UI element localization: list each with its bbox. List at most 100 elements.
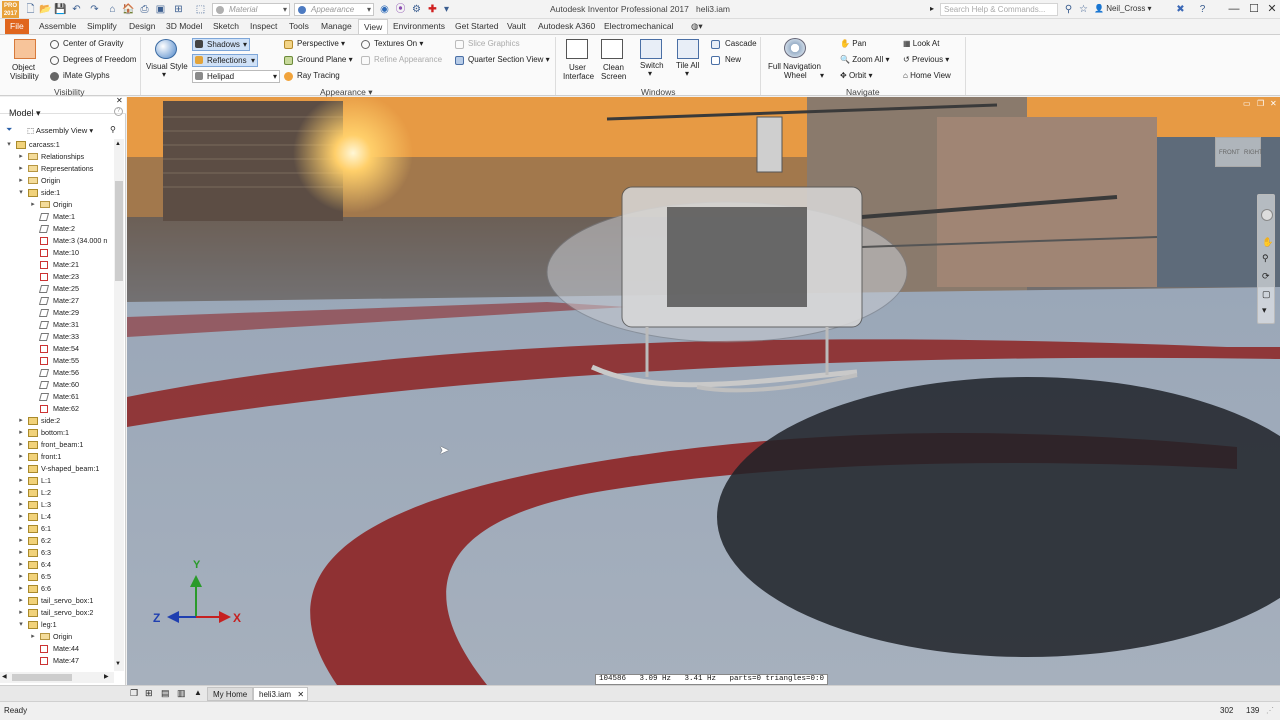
tile-vertical-icon[interactable]: ▥ bbox=[177, 688, 186, 699]
tile-windows-icon[interactable]: ⊞ bbox=[145, 688, 153, 699]
tree-item[interactable]: Mate:31 bbox=[0, 319, 114, 331]
tree-item[interactable]: Mate:44 bbox=[0, 643, 114, 655]
tree-item[interactable]: Mate:29 bbox=[0, 307, 114, 319]
ground-plane-button[interactable]: Ground Plane ▾ bbox=[297, 55, 353, 65]
horizontal-scrollbar[interactable]: ◀ ▶ bbox=[0, 672, 114, 683]
tree-item[interactable]: Mate:56 bbox=[0, 367, 114, 379]
tree-item[interactable]: ▸ Representations bbox=[0, 163, 114, 175]
tab-overflow-icon[interactable]: ◍▾ bbox=[686, 19, 708, 34]
tree-item[interactable]: ▸ bottom:1 bbox=[0, 427, 114, 439]
expand-arrow-icon[interactable]: ▸ bbox=[17, 583, 25, 595]
zoom-all-button[interactable]: 🔍 Zoom All ▾ bbox=[840, 55, 890, 65]
pan-button[interactable]: ✋ Pan bbox=[840, 39, 866, 49]
tab-sketch[interactable]: Sketch bbox=[208, 19, 244, 34]
find-icon[interactable]: ⚲ bbox=[110, 125, 116, 134]
tree-item[interactable]: ▾ side:1 bbox=[0, 187, 114, 199]
tree-item[interactable]: ▸ 6:5 bbox=[0, 571, 114, 583]
tree-item[interactable]: ▸ 6:4 bbox=[0, 559, 114, 571]
degrees-of-freedom-button[interactable]: Degrees of Freedom bbox=[63, 55, 136, 65]
look-at-icon[interactable]: ▢ bbox=[1262, 289, 1271, 300]
search-input[interactable]: Search Help & Commands... bbox=[940, 3, 1058, 16]
scroll-thumb[interactable] bbox=[115, 181, 123, 281]
expand-arrow-icon[interactable]: ▸ bbox=[17, 535, 25, 547]
ray-tracing-button[interactable]: Ray Tracing bbox=[297, 71, 340, 81]
scroll-down-icon[interactable]: ▼ bbox=[115, 661, 121, 667]
nav-wheel-icon[interactable] bbox=[1261, 209, 1273, 221]
tree-item[interactable]: ▸ tail_servo_box:2 bbox=[0, 607, 114, 619]
tree-item[interactable]: Mate:1 bbox=[0, 211, 114, 223]
tab-get-started[interactable]: Get Started bbox=[450, 19, 503, 34]
viewport-close-icon[interactable]: ✕ bbox=[1270, 99, 1277, 108]
expand-arrow-icon[interactable]: ▸ bbox=[17, 487, 25, 499]
collapse-arrow-icon[interactable]: ▾ bbox=[5, 139, 13, 151]
tab-list-icon[interactable]: ▲ bbox=[194, 688, 202, 697]
center-of-gravity-button[interactable]: Center of Gravity bbox=[63, 39, 123, 49]
collapse-arrow-icon[interactable]: ▾ bbox=[17, 187, 25, 199]
favorites-icon[interactable]: ☆ bbox=[1077, 3, 1090, 16]
expand-arrow-icon[interactable]: ▸ bbox=[17, 595, 25, 607]
nav-bar-menu-icon[interactable]: ▾ bbox=[1262, 305, 1267, 316]
tree-item[interactable]: Mate:23 bbox=[0, 271, 114, 283]
orbit-button[interactable]: ✥ Orbit ▾ bbox=[840, 71, 873, 81]
tree-item[interactable]: Mate:60 bbox=[0, 379, 114, 391]
expand-arrow-icon[interactable]: ▸ bbox=[17, 451, 25, 463]
expand-arrow-icon[interactable]: ▸ bbox=[17, 607, 25, 619]
graphics-viewport[interactable]: ▭ ❐ ✕ FRONT RIGHT ✋ ⚲ ⟳ ▢ ▾ Y X Z ➤ 1045… bbox=[127, 97, 1280, 685]
view-cube[interactable]: FRONT RIGHT bbox=[1215, 137, 1263, 167]
tab-manage[interactable]: Manage bbox=[316, 19, 357, 34]
tree-item[interactable]: Mate:62 bbox=[0, 403, 114, 415]
viewcube-front-face[interactable]: FRONT bbox=[1219, 150, 1240, 156]
close-icon[interactable]: ✕ bbox=[116, 96, 123, 105]
tree-item[interactable]: Mate:61 bbox=[0, 391, 114, 403]
environment-select[interactable]: Helipad ▾ bbox=[192, 70, 280, 83]
tree-item[interactable]: Mate:3 (34.000 n bbox=[0, 235, 114, 247]
tree-item[interactable]: ▸ V-shaped_beam:1 bbox=[0, 463, 114, 475]
h-scroll-thumb[interactable] bbox=[12, 674, 72, 681]
tree-item[interactable]: ▸ tail_servo_box:1 bbox=[0, 595, 114, 607]
tree-item[interactable]: Mate:21 bbox=[0, 259, 114, 271]
home-view-button[interactable]: ⌂ Home View bbox=[903, 71, 951, 81]
tree-item[interactable]: ▸ side:2 bbox=[0, 415, 114, 427]
tab-vault[interactable]: Vault bbox=[502, 19, 531, 34]
close-button[interactable]: ✕ bbox=[1264, 2, 1280, 16]
minimize-button[interactable]: — bbox=[1226, 2, 1242, 16]
tree-item[interactable]: ▸ front:1 bbox=[0, 451, 114, 463]
tab-heli3[interactable]: heli3.iam ✕ bbox=[253, 687, 309, 702]
tab-inspect[interactable]: Inspect bbox=[245, 19, 282, 34]
expand-arrow-icon[interactable]: ▸ bbox=[17, 547, 25, 559]
slice-graphics-button[interactable]: Slice Graphics bbox=[468, 39, 520, 49]
expand-arrow-icon[interactable]: ▸ bbox=[17, 151, 25, 163]
tree-item[interactable]: ▸ Origin bbox=[0, 199, 114, 211]
expand-arrow-icon[interactable]: ▸ bbox=[17, 463, 25, 475]
cascade-windows-icon[interactable]: ❐ bbox=[130, 688, 138, 699]
tree-item[interactable]: ▾ leg:1 bbox=[0, 619, 114, 631]
resize-grip-icon[interactable]: ⋰ bbox=[1266, 706, 1274, 715]
viewport-minimize-icon[interactable]: ▭ bbox=[1243, 99, 1251, 108]
tree-item[interactable]: Mate:25 bbox=[0, 283, 114, 295]
expand-arrow-icon[interactable]: ▸ bbox=[17, 511, 25, 523]
tree-item[interactable]: ▸ L:2 bbox=[0, 487, 114, 499]
pan-icon[interactable]: ✋ bbox=[1262, 237, 1273, 248]
tree-item[interactable]: Mate:10 bbox=[0, 247, 114, 259]
tree-item[interactable]: ▸ 6:2 bbox=[0, 535, 114, 547]
tab-design[interactable]: Design bbox=[124, 19, 160, 34]
tree-item[interactable]: ▾ carcass:1 bbox=[0, 139, 114, 151]
maximize-button[interactable]: ☐ bbox=[1246, 2, 1262, 16]
expand-arrow-icon[interactable]: ▸ bbox=[17, 415, 25, 427]
expand-arrow-icon[interactable]: ▸ bbox=[17, 163, 25, 175]
tab-autodesk-a360[interactable]: Autodesk A360 bbox=[533, 19, 600, 34]
expand-arrow-icon[interactable]: ▸ bbox=[17, 559, 25, 571]
exchange-icon[interactable]: ✖ bbox=[1174, 3, 1187, 16]
viewport-restore-icon[interactable]: ❐ bbox=[1257, 99, 1264, 108]
tree-item[interactable]: ▸ 6:6 bbox=[0, 583, 114, 595]
binoculars-icon[interactable]: ⚲ bbox=[1062, 3, 1075, 16]
shadows-button[interactable]: Shadows ▾ bbox=[192, 38, 250, 51]
reflections-button[interactable]: Reflections ▾ bbox=[192, 54, 258, 67]
quarter-section-button[interactable]: Quarter Section View ▾ bbox=[468, 55, 550, 65]
scroll-up-icon[interactable]: ▲ bbox=[115, 141, 121, 147]
expand-arrow-icon[interactable]: ▸ bbox=[17, 439, 25, 451]
tree-item[interactable]: ▸ front_beam:1 bbox=[0, 439, 114, 451]
tab-assemble[interactable]: Assemble bbox=[34, 19, 81, 34]
textures-button[interactable]: Textures On ▾ bbox=[374, 39, 423, 49]
close-tab-icon[interactable]: ✕ bbox=[297, 688, 304, 702]
